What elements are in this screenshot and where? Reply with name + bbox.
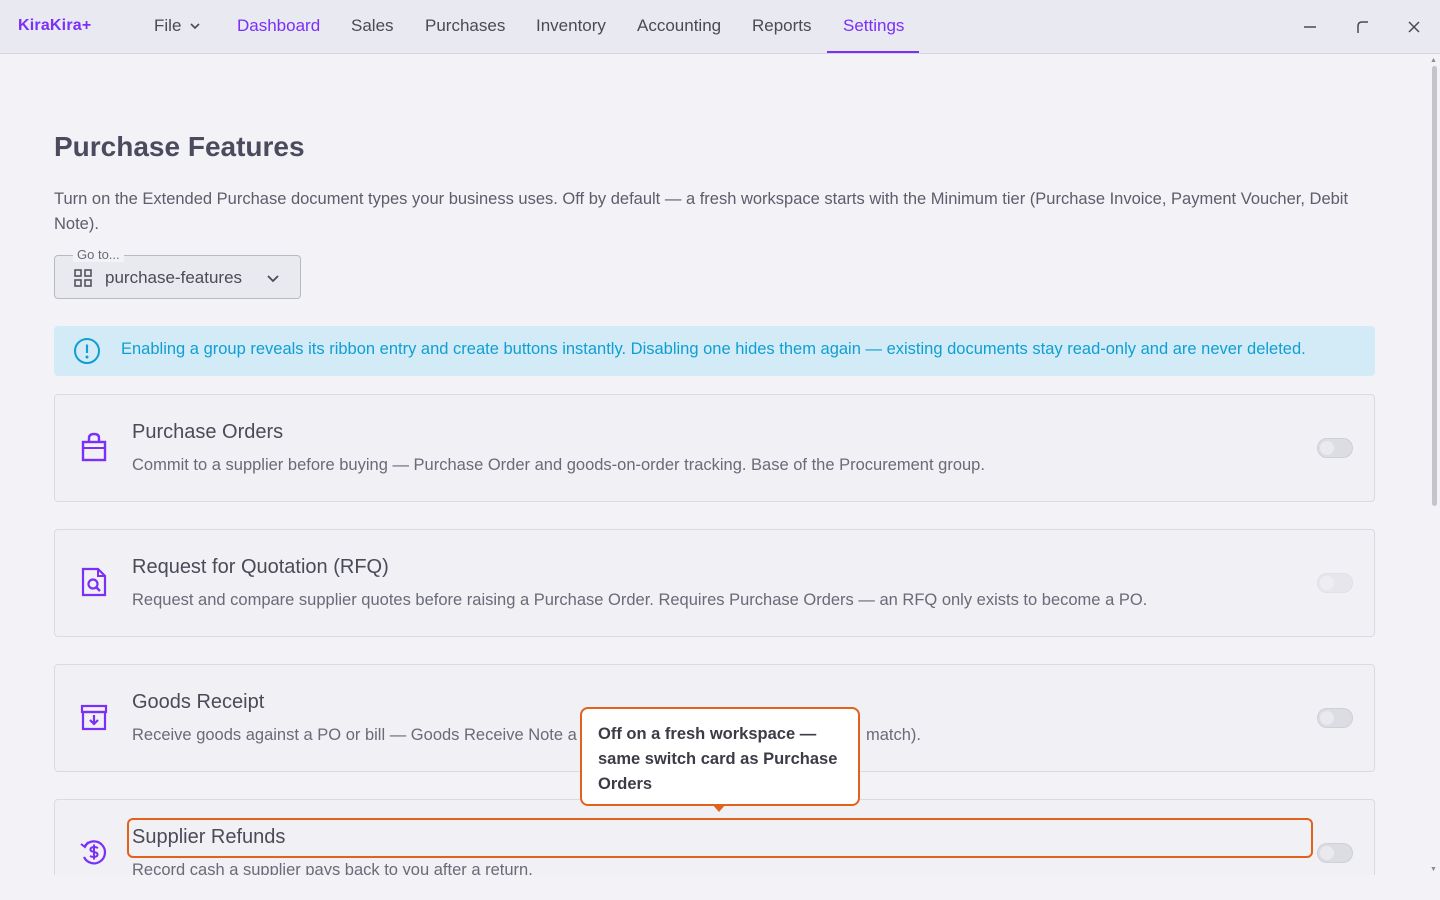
toggle-knob bbox=[1320, 711, 1334, 725]
feature-title: Request for Quotation (RFQ) bbox=[132, 556, 389, 578]
feature-card-rfq: Request for Quotation (RFQ) Request and … bbox=[54, 529, 1375, 637]
toggle-knob bbox=[1320, 846, 1334, 860]
restore-icon bbox=[1357, 21, 1368, 33]
document-search-icon bbox=[81, 567, 107, 597]
grid-icon bbox=[74, 269, 92, 287]
goto-value: purchase-features bbox=[105, 268, 243, 287]
feature-card-purchase-orders: Purchase Orders Commit to a supplier bef… bbox=[54, 394, 1375, 502]
shopping-bag-icon bbox=[81, 432, 107, 462]
menu-reports[interactable]: Reports bbox=[752, 16, 812, 36]
tooltip-text: Off on a fresh workspace — same switch c… bbox=[598, 725, 838, 793]
tooltip: Off on a fresh workspace — same switch c… bbox=[580, 707, 860, 806]
feature-title: Purchase Orders bbox=[132, 421, 284, 443]
chevron-down-icon bbox=[190, 23, 200, 30]
minimize-icon bbox=[1304, 26, 1316, 28]
menu-sales[interactable]: Sales bbox=[351, 16, 394, 36]
page-description: Turn on the Extended Purchase document t… bbox=[54, 190, 1349, 233]
active-tab-indicator bbox=[827, 51, 919, 53]
menu-file-label: File bbox=[154, 16, 182, 35]
info-icon bbox=[74, 338, 100, 364]
feature-description-start: Receive goods against a PO or bill — Goo… bbox=[132, 726, 577, 744]
feature-description-end: match). bbox=[866, 726, 922, 744]
app-logo: KiraKira+ bbox=[18, 17, 92, 34]
feature-toggle-purchase-orders[interactable] bbox=[1317, 438, 1353, 458]
close-button[interactable] bbox=[1402, 15, 1426, 39]
menu-dashboard[interactable]: Dashboard bbox=[237, 16, 320, 36]
inbox-download-icon bbox=[80, 704, 108, 731]
feature-toggle-goods-receipt[interactable] bbox=[1317, 708, 1353, 728]
feature-description: Request and compare supplier quotes befo… bbox=[132, 591, 1148, 609]
feature-toggle-supplier-refunds[interactable] bbox=[1317, 843, 1353, 863]
scrollbar-thumb[interactable] bbox=[1432, 66, 1437, 506]
info-banner: Enabling a group reveals its ribbon entr… bbox=[54, 326, 1375, 376]
toggle-knob bbox=[1320, 576, 1334, 590]
minimize-button[interactable] bbox=[1298, 15, 1322, 39]
top-menu-bar: KiraKira+ File Dashboard Sales Purchases… bbox=[0, 0, 1440, 54]
tooltip-pointer bbox=[712, 804, 726, 812]
scroll-down-arrow-icon[interactable]: ▼ bbox=[1430, 866, 1437, 873]
toggle-knob bbox=[1320, 441, 1334, 455]
goto-select[interactable]: Go to... purchase-features bbox=[54, 247, 301, 299]
menu-settings[interactable]: Settings bbox=[843, 16, 904, 36]
highlight-box bbox=[127, 818, 1313, 858]
menu-purchases[interactable]: Purchases bbox=[425, 16, 505, 36]
close-icon bbox=[1408, 21, 1420, 33]
goto-label: Go to... bbox=[73, 247, 124, 262]
feature-toggle-rfq[interactable] bbox=[1317, 573, 1353, 593]
menu-accounting[interactable]: Accounting bbox=[637, 16, 721, 36]
refund-dollar-icon bbox=[80, 840, 107, 865]
info-banner-text: Enabling a group reveals its ribbon entr… bbox=[121, 340, 1306, 358]
restore-button[interactable] bbox=[1351, 15, 1375, 39]
menu-file[interactable]: File bbox=[154, 16, 201, 36]
page-title: Purchase Features bbox=[54, 131, 305, 162]
feature-description: Record cash a supplier pays back to you … bbox=[132, 861, 533, 875]
feature-title: Goods Receipt bbox=[132, 691, 265, 713]
feature-description: Commit to a supplier before buying — Pur… bbox=[132, 456, 985, 474]
scroll-up-arrow-icon[interactable]: ▲ bbox=[1430, 57, 1437, 64]
chevron-down-icon bbox=[267, 275, 279, 283]
menu-inventory[interactable]: Inventory bbox=[536, 16, 606, 36]
